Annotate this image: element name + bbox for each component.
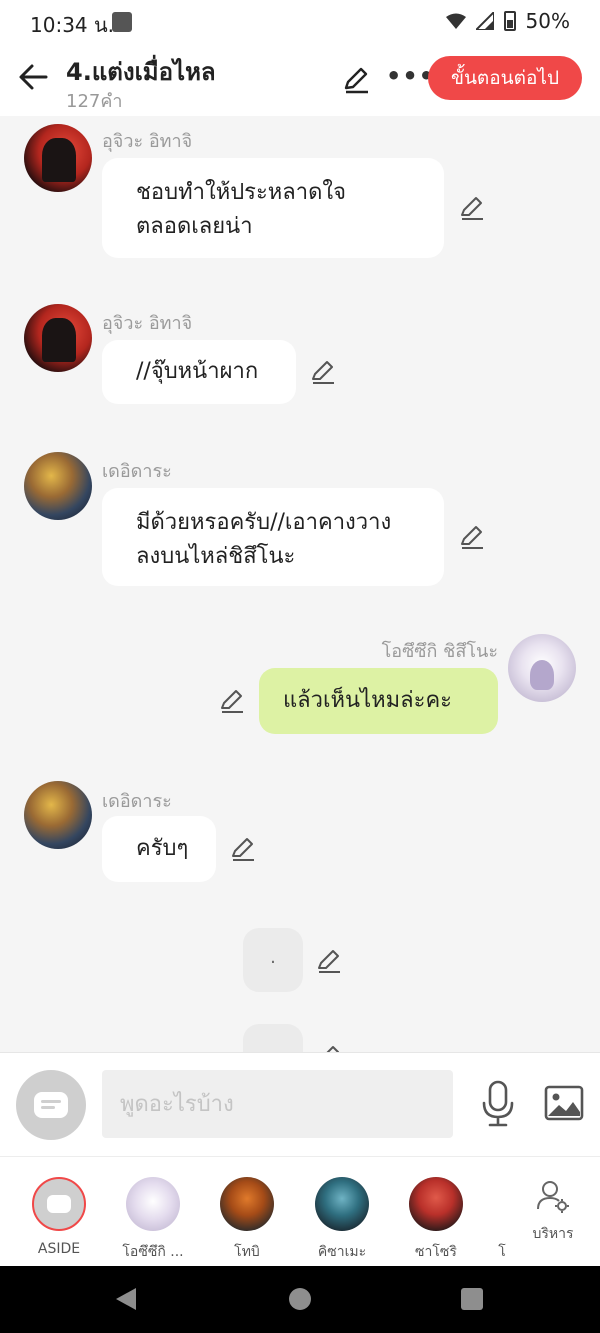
chat-screen: 10:34 น. 50% 4.แต่งเมื่อไหล 127คำ ••• ขั… [0,0,600,1333]
message-line: มีด้วยหรอครับ//เอาคางวาง [136,510,392,535]
edit-message-icon[interactable] [316,948,342,974]
notification-icon [112,12,132,32]
avatar [126,1177,180,1231]
message-bubble[interactable]: ครับๆ [102,816,216,882]
character-item[interactable]: โอซึซึกิ ... [113,1177,193,1263]
avatar[interactable] [508,634,576,702]
image-icon[interactable] [544,1085,584,1121]
signal-icon [475,12,494,30]
nav-recents-icon[interactable] [461,1288,483,1310]
manage-label: บริหาร [532,1226,574,1242]
avatar[interactable] [24,124,92,192]
word-count: 127คำ [66,91,123,112]
sender-name: อุจิวะ อิทาจิ [102,313,193,334]
character-label: โอซึซึกิ ... [122,1244,184,1260]
message-line: ตลอดเลยน่า [136,214,253,239]
narration-bubble[interactable]: . [243,928,303,992]
character-label: โทบิ [234,1244,260,1260]
message-bubble[interactable]: แล้วเห็นไหมล่ะคะ [259,668,498,734]
character-item[interactable]: คิซาเมะ [302,1177,382,1263]
message-bubble[interactable]: มีด้วยหรอครับ//เอาคางวาง ลงบนไหล่ชิสึโนะ [102,488,444,586]
avatar [409,1177,463,1231]
message-line: ครับๆ [136,836,189,861]
edit-message-icon[interactable] [219,688,245,714]
edit-message-icon[interactable] [459,195,485,221]
battery-icon [503,11,516,31]
narration-bubble[interactable] [243,1024,303,1052]
chat-area[interactable]: อุจิวะ อิทาจิ ชอบทำให้ประหลาดใจ ตลอดเลยน… [0,116,600,1052]
sender-name: เดอิดาระ [102,461,172,482]
avatar[interactable] [24,452,92,520]
sender-name: เดอิดาระ [102,791,172,812]
header: 4.แต่งเมื่อไหล 127คำ ••• ขั้นตอนต่อไป [0,44,600,116]
back-arrow-icon[interactable] [18,62,48,92]
next-step-button[interactable]: ขั้นตอนต่อไป [428,56,582,100]
message-line: . [270,947,276,968]
nav-home-icon[interactable] [289,1288,311,1310]
avatar[interactable] [24,304,92,372]
character-aside[interactable]: ASIDE [19,1177,99,1257]
character-bar: ASIDE โอซึซึกิ ... โทบิ คิซาเมะ ซาโซริ โ [0,1156,600,1266]
manage-button[interactable]: บริหาร [528,1179,578,1245]
edit-message-icon[interactable] [310,359,336,385]
edit-message-icon[interactable] [459,524,485,550]
navigation-bar [0,1266,600,1333]
character-item[interactable]: โทบิ [207,1177,287,1263]
message-line: //จุ๊บหน้าผาก [136,359,259,384]
battery-level: 50% [525,9,570,33]
message-bubble[interactable]: //จุ๊บหน้าผาก [102,340,296,404]
status-bar: 10:34 น. 50% [0,0,600,44]
edit-message-icon[interactable] [230,836,256,862]
message-input[interactable] [102,1070,453,1138]
sender-name: โอซึซึกิ ชิสึโนะ [381,641,498,662]
microphone-icon[interactable] [478,1079,518,1129]
sender-name: อุจิวะ อิทาจิ [102,131,193,152]
message-line: แล้วเห็นไหมล่ะคะ [283,688,452,713]
character-label: ASIDE [37,1241,81,1257]
aside-icon [32,1177,86,1231]
avatar [220,1177,274,1231]
composer [0,1052,600,1156]
edit-pencil-icon[interactable] [342,66,370,94]
message-line: ลงบนไหล่ชิสึโนะ [136,544,296,569]
status-time: 10:34 น. [30,13,115,37]
aside-toggle-button[interactable] [16,1070,86,1140]
avatar[interactable] [24,781,92,849]
chat-bubble-icon [34,1092,68,1118]
message-bubble[interactable]: ชอบทำให้ประหลาดใจ ตลอดเลยน่า [102,158,444,258]
edit-message-icon[interactable] [316,1044,342,1052]
character-label: คิซาเมะ [317,1244,367,1260]
nav-back-icon[interactable] [114,1286,138,1312]
avatar [315,1177,369,1231]
message-line: ชอบทำให้ประหลาดใจ [136,180,347,205]
manage-characters-icon [537,1181,569,1213]
wifi-icon [445,13,466,29]
